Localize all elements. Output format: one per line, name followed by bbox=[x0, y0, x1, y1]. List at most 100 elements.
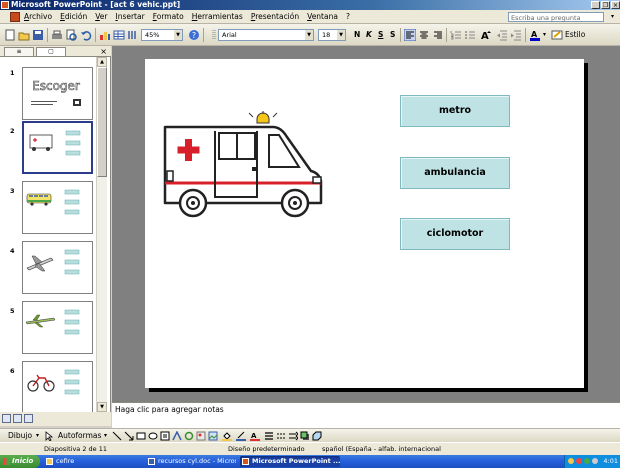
close-window-button[interactable]: × bbox=[611, 1, 620, 9]
shadow-button[interactable]: S bbox=[390, 29, 395, 41]
panel-close-icon[interactable]: × bbox=[100, 46, 107, 57]
toolbar-grip-icon[interactable] bbox=[208, 29, 216, 41]
oval-icon[interactable] bbox=[148, 431, 158, 441]
slide-thumbnail-5[interactable] bbox=[22, 301, 93, 354]
print-icon[interactable] bbox=[51, 29, 63, 41]
scroll-up-icon[interactable]: ▲ bbox=[97, 57, 107, 67]
document-icon[interactable] bbox=[10, 12, 20, 22]
underline-button[interactable]: S bbox=[378, 29, 383, 41]
new-icon[interactable] bbox=[4, 29, 16, 41]
tray-icon[interactable] bbox=[568, 458, 574, 464]
slide-thumbnail-2[interactable] bbox=[21, 120, 94, 175]
dibujo-menu[interactable]: Dibujo bbox=[8, 429, 32, 443]
text-color-icon[interactable]: A bbox=[250, 431, 260, 441]
dibujo-dropdown-icon[interactable]: ▾ bbox=[36, 429, 39, 443]
diagram-icon[interactable] bbox=[184, 431, 194, 441]
decrease-indent-icon[interactable] bbox=[496, 29, 508, 41]
thumbnail-scrollbar[interactable]: ▲ ▼ bbox=[96, 57, 107, 412]
tab-outline[interactable]: ≡ bbox=[4, 47, 34, 56]
tray-icon[interactable] bbox=[592, 458, 598, 464]
font-color-icon[interactable]: A bbox=[529, 29, 541, 41]
menu-presentacion[interactable]: Presentación bbox=[251, 10, 299, 24]
answer-ambulancia[interactable]: ambulancia bbox=[400, 157, 510, 189]
columns-icon[interactable] bbox=[127, 29, 139, 41]
font-select[interactable]: Arial ▼ bbox=[218, 29, 314, 41]
design-icon[interactable] bbox=[551, 29, 563, 41]
undo-icon[interactable] bbox=[80, 29, 92, 41]
menu-ver[interactable]: Ver bbox=[95, 10, 107, 24]
zoom-dropdown-icon[interactable]: ▼ bbox=[174, 30, 182, 40]
font-size-dropdown-icon[interactable]: ▼ bbox=[337, 30, 345, 40]
slide-thumbnail-3[interactable] bbox=[22, 181, 93, 234]
numbered-list-icon[interactable] bbox=[450, 29, 462, 41]
sorter-view-icon[interactable] bbox=[13, 414, 22, 423]
minimize-button[interactable]: _ bbox=[591, 1, 600, 9]
taskbar-item-powerpoint[interactable]: Microsoft PowerPoint ... bbox=[240, 456, 340, 467]
arrow-icon[interactable] bbox=[124, 431, 134, 441]
answer-ciclomotor[interactable]: ciclomotor bbox=[400, 218, 510, 250]
slide-thumbnail-6[interactable] bbox=[22, 361, 93, 414]
answer-metro[interactable]: metro bbox=[400, 95, 510, 127]
scroll-thumb[interactable] bbox=[97, 67, 107, 177]
align-right-icon[interactable] bbox=[432, 29, 444, 41]
menu-insertar[interactable]: Insertar bbox=[115, 10, 144, 24]
rectangle-icon[interactable] bbox=[136, 431, 146, 441]
open-icon[interactable] bbox=[18, 29, 30, 41]
taskbar-item-cefire[interactable]: cefire bbox=[44, 456, 84, 467]
slideshow-view-icon[interactable] bbox=[24, 414, 33, 423]
ask-question-input[interactable]: Escriba una pregunta bbox=[508, 12, 604, 22]
menu-ventana[interactable]: Ventana bbox=[307, 10, 338, 24]
font-dropdown-icon[interactable]: ▼ bbox=[305, 30, 313, 40]
font-size-select[interactable]: 18 ▼ bbox=[318, 29, 346, 41]
bullet-list-icon[interactable] bbox=[464, 29, 476, 41]
picture-icon[interactable] bbox=[208, 431, 218, 441]
bold-button[interactable]: N bbox=[354, 29, 360, 41]
arrow-style-icon[interactable] bbox=[288, 431, 299, 441]
increase-indent-icon[interactable] bbox=[510, 29, 522, 41]
preview-icon[interactable] bbox=[65, 29, 77, 41]
textbox-icon[interactable] bbox=[160, 431, 170, 441]
font-color-dropdown-icon[interactable]: ▾ bbox=[543, 29, 546, 41]
powerpoint-app-icon[interactable] bbox=[1, 1, 9, 9]
restore-button[interactable]: ❐ bbox=[601, 1, 610, 9]
scroll-down-icon[interactable]: ▼ bbox=[97, 402, 107, 412]
autoformas-menu[interactable]: Autoformas bbox=[58, 429, 101, 443]
slide-thumbnail-4[interactable] bbox=[22, 241, 93, 294]
table-icon[interactable] bbox=[113, 29, 125, 41]
tray-icon[interactable] bbox=[584, 458, 590, 464]
line-color-icon[interactable] bbox=[236, 431, 246, 441]
menu-herramientas[interactable]: Herramientas bbox=[192, 10, 243, 24]
zoom-select[interactable]: 45% ▼ bbox=[141, 29, 183, 41]
wordart-icon[interactable] bbox=[172, 430, 182, 441]
normal-view-icon[interactable] bbox=[2, 414, 11, 423]
help-icon[interactable]: ? bbox=[188, 29, 200, 41]
start-button[interactable]: Inicio bbox=[0, 455, 40, 468]
menu-archivo[interactable]: Archivo bbox=[24, 10, 52, 24]
menu-formato[interactable]: Formato bbox=[153, 10, 184, 24]
menu-help[interactable]: ? bbox=[346, 10, 350, 24]
slide-thumbnail-1[interactable]: Escoger bbox=[22, 67, 93, 120]
tray-icon[interactable] bbox=[576, 458, 582, 464]
dash-style-icon[interactable] bbox=[276, 431, 286, 441]
autoformas-dropdown-icon[interactable]: ▾ bbox=[104, 429, 107, 443]
align-center-icon[interactable] bbox=[418, 29, 430, 41]
tab-slides[interactable]: ▢ bbox=[36, 47, 66, 56]
ask-dropdown-icon[interactable]: ▾ bbox=[611, 12, 614, 22]
taskbar-item-word[interactable]: recursos cyl.doc - Micros... bbox=[146, 456, 236, 467]
shadow-style-icon[interactable] bbox=[300, 431, 310, 441]
align-left-icon[interactable] bbox=[404, 29, 416, 41]
3d-style-icon[interactable] bbox=[312, 431, 322, 441]
select-pointer-icon[interactable] bbox=[44, 431, 54, 442]
notes-pane[interactable]: Haga clic para agregar notas bbox=[112, 402, 620, 428]
italic-button[interactable]: K bbox=[366, 29, 372, 41]
ambulance-image[interactable] bbox=[157, 111, 332, 219]
save-icon[interactable] bbox=[32, 29, 44, 41]
clipart-icon[interactable] bbox=[196, 431, 206, 441]
menu-edicion[interactable]: Edición bbox=[60, 10, 87, 24]
chart-icon[interactable] bbox=[99, 29, 111, 41]
fill-color-icon[interactable] bbox=[222, 431, 232, 441]
increase-font-icon[interactable]: A bbox=[480, 29, 492, 41]
line-icon[interactable] bbox=[112, 431, 122, 441]
design-button[interactable]: Estilo bbox=[565, 29, 585, 41]
line-style-icon[interactable] bbox=[264, 431, 274, 441]
